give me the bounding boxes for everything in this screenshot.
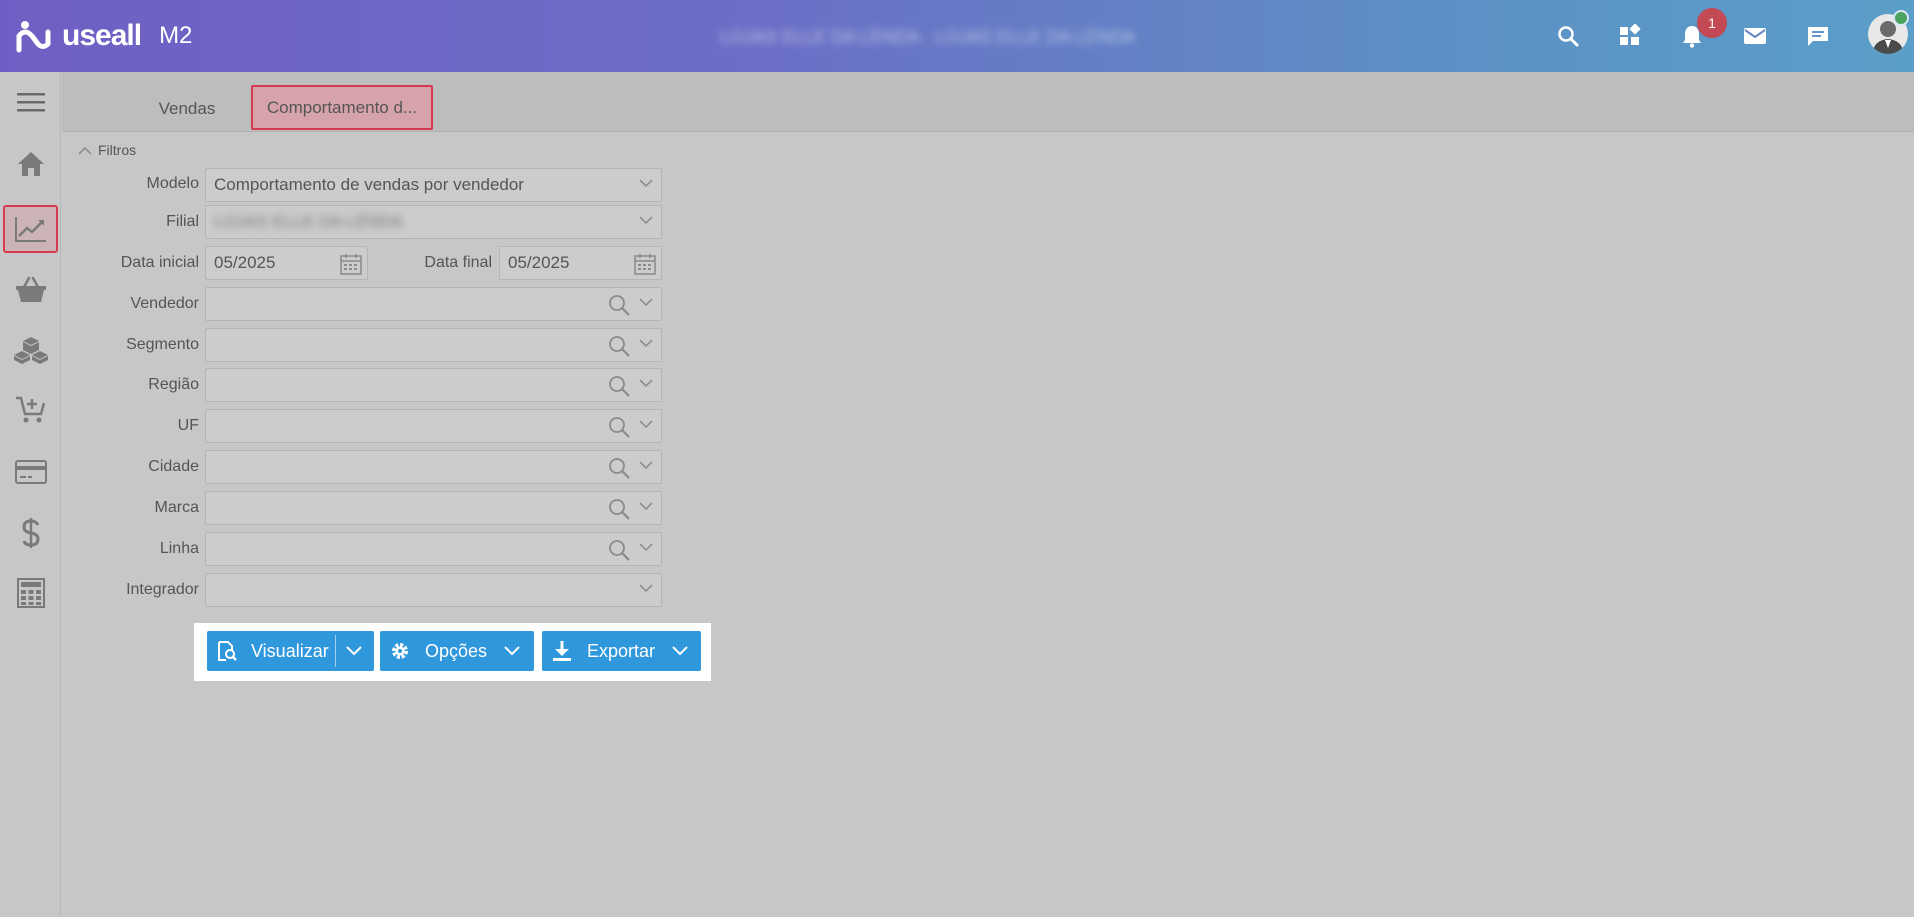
calendar-icon[interactable] [633, 252, 657, 276]
vendedor-label: Vendedor [130, 295, 199, 312]
chevron-up-icon [78, 146, 92, 155]
data-inicial-label: Data inicial [120, 254, 199, 271]
search-icon[interactable] [607, 538, 631, 562]
opcoes-button[interactable]: Opções [380, 631, 534, 671]
integrador-label: Integrador [126, 581, 199, 598]
chevron-down-icon [639, 179, 653, 188]
brand-name: useall [62, 19, 142, 52]
filters-label: Filtros [98, 142, 137, 158]
calculator-icon [16, 578, 45, 608]
data-inicial-value: 05/2025 [214, 253, 276, 272]
integrador-select[interactable] [205, 573, 662, 607]
boxes-icon [13, 337, 48, 364]
chevron-down-icon[interactable] [639, 461, 653, 470]
linha-lookup[interactable] [205, 532, 662, 566]
chevron-down-icon[interactable] [639, 543, 653, 552]
logo-mark-icon [16, 21, 51, 53]
uf-label: UF [177, 417, 199, 434]
chevron-down-icon[interactable] [639, 298, 653, 307]
filial-label: Filial [166, 213, 199, 230]
chat-icon [1808, 27, 1828, 46]
chevron-down-icon[interactable] [639, 584, 653, 593]
basket-icon [15, 276, 46, 302]
chevron-down-icon[interactable] [672, 646, 688, 656]
mail-icon [1744, 28, 1766, 44]
data-final-label: Data final [424, 254, 492, 271]
uf-lookup[interactable] [205, 409, 662, 443]
chevron-down-icon[interactable] [346, 646, 362, 656]
data-final-value: 05/2025 [508, 253, 570, 272]
search-icon[interactable] [607, 334, 631, 358]
button-separator [335, 635, 336, 667]
segmento-label: Segmento [126, 336, 199, 353]
vendedor-lookup[interactable] [205, 287, 662, 321]
gear-icon [392, 643, 408, 659]
filters-toggle[interactable]: Filtros [78, 142, 136, 158]
chevron-down-icon[interactable] [639, 379, 653, 388]
brand-suffix: M2 [159, 22, 193, 49]
sidebar-menu-toggle[interactable] [3, 78, 58, 126]
messages-button[interactable] [1739, 20, 1771, 52]
line-chart-icon [14, 217, 46, 242]
document-search-icon [218, 641, 237, 661]
filial-select[interactable]: LOJAS ELLE DA LÉNDA [205, 205, 662, 239]
filial-value: LOJAS ELLE DA LÉNDA [214, 212, 403, 231]
search-icon[interactable] [607, 497, 631, 521]
credit-card-icon [14, 460, 47, 484]
segmento-lookup[interactable] [205, 328, 662, 362]
data-final-input[interactable]: 05/2025 [499, 246, 662, 280]
widgets-icon [1620, 24, 1641, 45]
online-status-dot [1893, 10, 1909, 26]
modelo-label: Modelo [146, 175, 199, 192]
tab-comportamento[interactable]: Comportamento d... [251, 85, 433, 130]
chat-button[interactable] [1802, 20, 1834, 52]
linha-label: Linha [159, 540, 199, 557]
modelo-select[interactable]: Comportamento de vendas por vendedor [205, 168, 662, 202]
chevron-down-icon[interactable] [639, 420, 653, 429]
cart-add-icon [15, 396, 45, 423]
exportar-button[interactable]: Exportar [542, 631, 701, 671]
search-button[interactable] [1552, 20, 1584, 52]
hamburger-icon [16, 93, 45, 112]
marca-lookup[interactable] [205, 491, 662, 525]
notification-badge[interactable]: 1 [1697, 8, 1727, 38]
sidebar [0, 72, 61, 917]
download-icon [553, 641, 571, 661]
dollar-icon [21, 518, 40, 548]
search-icon[interactable] [607, 415, 631, 439]
chevron-down-icon[interactable] [639, 502, 653, 511]
search-icon[interactable] [607, 456, 631, 480]
chevron-down-icon[interactable] [639, 339, 653, 348]
tab-bar: Vendas Comportamento d... [62, 72, 1914, 132]
tab-vendas[interactable]: Vendas [122, 86, 252, 132]
app-logo[interactable]: useall M2 [16, 16, 192, 56]
top-bar: useall M2 LOJAS ELLE DA LÉNDA · LOJAS EL… [0, 0, 1914, 72]
marca-label: Marca [154, 499, 199, 516]
cidade-lookup[interactable] [205, 450, 662, 484]
search-icon [1558, 26, 1579, 47]
home-icon [17, 152, 44, 176]
widgets-button[interactable] [1614, 20, 1646, 52]
company-name: LOJAS ELLE DA LÉNDA · LOJAS ELLE DA LÉND… [720, 27, 1136, 47]
search-icon[interactable] [607, 293, 631, 317]
exportar-label: Exportar [587, 641, 656, 661]
chevron-down-icon [639, 216, 653, 225]
regiao-lookup[interactable] [205, 368, 662, 402]
chevron-down-icon[interactable] [504, 646, 520, 656]
opcoes-label: Opções [425, 641, 488, 661]
action-bar: Visualizar Opções Exportar [194, 623, 711, 681]
cidade-label: Cidade [148, 458, 199, 475]
modelo-value: Comportamento de vendas por vendedor [214, 175, 524, 194]
regiao-label: Região [148, 376, 199, 393]
visualizar-label: Visualizar [251, 641, 329, 661]
visualizar-button[interactable]: Visualizar [207, 631, 374, 671]
search-icon[interactable] [607, 374, 631, 398]
